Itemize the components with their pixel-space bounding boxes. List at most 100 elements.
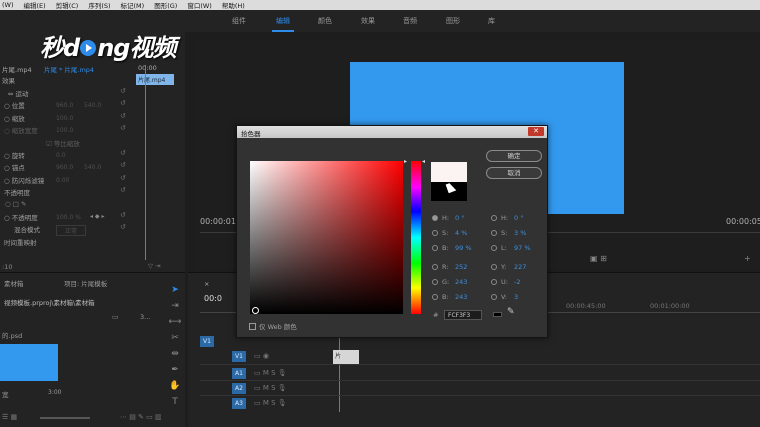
add-icon[interactable]: + — [744, 254, 751, 263]
ec-row-rotation[interactable]: ○ 旋转 — [4, 150, 25, 161]
monitor-timecode-left[interactable]: 00:00:01 — [200, 217, 236, 226]
track-controls-icons[interactable]: ▭ ◉ — [254, 352, 269, 360]
track-controls-icons[interactable]: ▭ M S 🎙 — [254, 384, 287, 392]
track-toggle-a2[interactable]: A2 — [232, 383, 246, 394]
radio-s[interactable] — [432, 230, 438, 236]
web-only-checkbox[interactable] — [249, 322, 256, 330]
menu-item-graphics[interactable]: 图形(G) — [154, 0, 177, 10]
zoom-slider[interactable] — [40, 417, 90, 419]
track-select-icon[interactable]: ⇥ — [168, 301, 182, 313]
ec-row-antiflicker[interactable]: ○ 防闪烁滤镜 — [4, 175, 44, 186]
opacity-value[interactable]: 100.0 % — [56, 214, 81, 221]
position-x[interactable]: 960.0 — [56, 102, 73, 109]
ec-row-uniform-scale[interactable]: ☑ 等比缩放 — [46, 138, 80, 149]
clip-tab[interactable]: 片尾.mp4 — [2, 64, 32, 74]
field-value-y[interactable]: 227 — [514, 263, 526, 271]
stopwatch-icon[interactable]: ○ — [4, 214, 12, 222]
field-value-hsl-s[interactable]: 3 % — [514, 229, 526, 237]
menu-item-edit[interactable]: 编辑(E) — [24, 0, 46, 10]
radio-u[interactable] — [491, 279, 497, 285]
field-value-r[interactable]: 252 — [455, 263, 467, 271]
menu-item-window2[interactable]: 窗口(W) — [187, 0, 212, 10]
sequence-tab[interactable]: 片尾 * 片尾.mp4 — [44, 64, 94, 74]
type-icon[interactable]: T — [168, 397, 182, 409]
tab-project[interactable]: 项目: 片尾模板 — [64, 278, 107, 288]
radio-hsl-s[interactable] — [491, 230, 497, 236]
hand-icon[interactable]: ✋ — [168, 381, 182, 393]
hue-arrow-right-icon[interactable]: ◂ — [422, 158, 425, 165]
project-footer-icons[interactable]: ⋯ ▤ ✎ ▭ ▥ — [120, 413, 162, 421]
timeline-timecode[interactable]: 00:0 — [204, 294, 222, 303]
track-toggle-a1[interactable]: A1 — [232, 368, 246, 379]
menu-item-window[interactable]: (W) — [2, 1, 14, 9]
ec-playhead[interactable] — [145, 65, 146, 260]
slip-icon[interactable]: ⇹ — [168, 349, 182, 361]
reset-icon[interactable]: ↺ — [120, 112, 126, 120]
dialog-title-bar[interactable]: 拾色器 ✕ — [237, 126, 547, 138]
ec-row-opacity[interactable]: ○ 不透明度 — [4, 212, 38, 223]
checkbox-icon[interactable]: ☑ — [46, 140, 54, 148]
hue-slider[interactable] — [411, 161, 421, 314]
clip-thumbnail[interactable] — [0, 344, 58, 381]
hex-input[interactable]: FCF3F3 — [444, 310, 482, 320]
reset-icon[interactable]: ↺ — [120, 161, 126, 169]
field-value-hsl-h[interactable]: 0 ° — [514, 214, 523, 222]
stopwatch-icon[interactable]: ○ — [4, 164, 12, 172]
view-toggle-icons[interactable]: ☰ ▦ — [2, 413, 17, 421]
eyedropper-icon[interactable]: ✎ — [507, 307, 515, 317]
field-value-l[interactable]: 97 % — [514, 244, 531, 252]
ec-row-time-remap[interactable]: 时间重映射 — [4, 237, 37, 248]
stopwatch-icon[interactable]: ○ — [4, 115, 12, 123]
reset-icon[interactable]: ↺ — [120, 99, 126, 107]
radio-y[interactable] — [491, 264, 497, 270]
antiflicker-value[interactable]: 0.00 — [56, 177, 69, 184]
radio-l[interactable] — [491, 245, 497, 251]
position-y[interactable]: 540.0 — [84, 102, 101, 109]
ec-row-anchor[interactable]: ○ 锚点 — [4, 162, 25, 173]
stopwatch-icon[interactable]: ○ — [4, 177, 12, 185]
pen-icon[interactable]: ✒ — [168, 365, 182, 377]
folder-icon[interactable]: ▭ — [112, 313, 119, 321]
track-controls-icons[interactable]: ▭ M S 🎙 — [254, 369, 287, 377]
ripple-edit-icon[interactable]: ⟷ — [168, 317, 182, 329]
tab-color[interactable]: 颜色 — [318, 16, 332, 26]
menu-item-clip[interactable]: 剪辑(C) — [56, 0, 79, 10]
radio-h[interactable] — [432, 215, 438, 221]
reset-icon[interactable]: ↺ — [120, 223, 126, 231]
anchor-x[interactable]: 960.0 — [56, 164, 73, 171]
tab-effects[interactable]: 效果 — [361, 16, 375, 26]
radio-v[interactable] — [491, 294, 497, 300]
hue-arrow-left-icon[interactable]: ▸ — [404, 158, 407, 165]
radio-blue[interactable] — [432, 294, 438, 300]
scale-value[interactable]: 100.0 — [56, 115, 73, 122]
source-patch-v1[interactable]: V1 — [200, 336, 214, 347]
keyframe-nav[interactable]: ◂ ◆ ▸ — [90, 213, 104, 220]
menu-item-marker[interactable]: 标记(M) — [121, 0, 145, 10]
tab-libraries[interactable]: 库 — [488, 16, 495, 26]
timeline-tab-close[interactable]: × — [204, 280, 209, 288]
ec-row-opacity-section[interactable]: 不透明度 — [4, 187, 30, 198]
timeline-clip[interactable]: 片 — [333, 350, 359, 364]
menu-item-sequence[interactable]: 序列(S) — [88, 0, 110, 10]
color-field-cursor[interactable] — [252, 307, 259, 314]
reset-icon[interactable]: ↺ — [120, 186, 126, 194]
radio-r[interactable] — [432, 264, 438, 270]
field-value-h[interactable]: 0 ° — [455, 214, 464, 222]
ec-row-position[interactable]: ○ 位置 — [4, 100, 25, 111]
anchor-y[interactable]: 540.0 — [84, 164, 101, 171]
mask-tools[interactable]: ○ □ ✎ — [5, 200, 26, 211]
web-only-option[interactable]: 仅 Web 颜色 — [249, 321, 297, 331]
field-value-b[interactable]: 99 % — [455, 244, 472, 252]
tab-bin[interactable]: 素材箱 — [4, 278, 24, 288]
razor-icon[interactable]: ✂ — [168, 333, 182, 345]
field-value-u[interactable]: -2 — [514, 278, 520, 286]
tab-audio[interactable]: 音频 — [403, 16, 417, 26]
selection-tool-icon[interactable]: ➤ — [168, 285, 182, 297]
ec-mini-clip[interactable]: 片尾.mp4 — [136, 74, 174, 85]
field-value-s[interactable]: 4 % — [455, 229, 467, 237]
reset-icon[interactable]: ↺ — [120, 124, 126, 132]
cancel-button[interactable]: 取消 — [486, 167, 542, 179]
stopwatch-icon[interactable]: ○ — [4, 152, 12, 160]
radio-g[interactable] — [432, 279, 438, 285]
field-value-blue[interactable]: 243 — [455, 293, 467, 301]
